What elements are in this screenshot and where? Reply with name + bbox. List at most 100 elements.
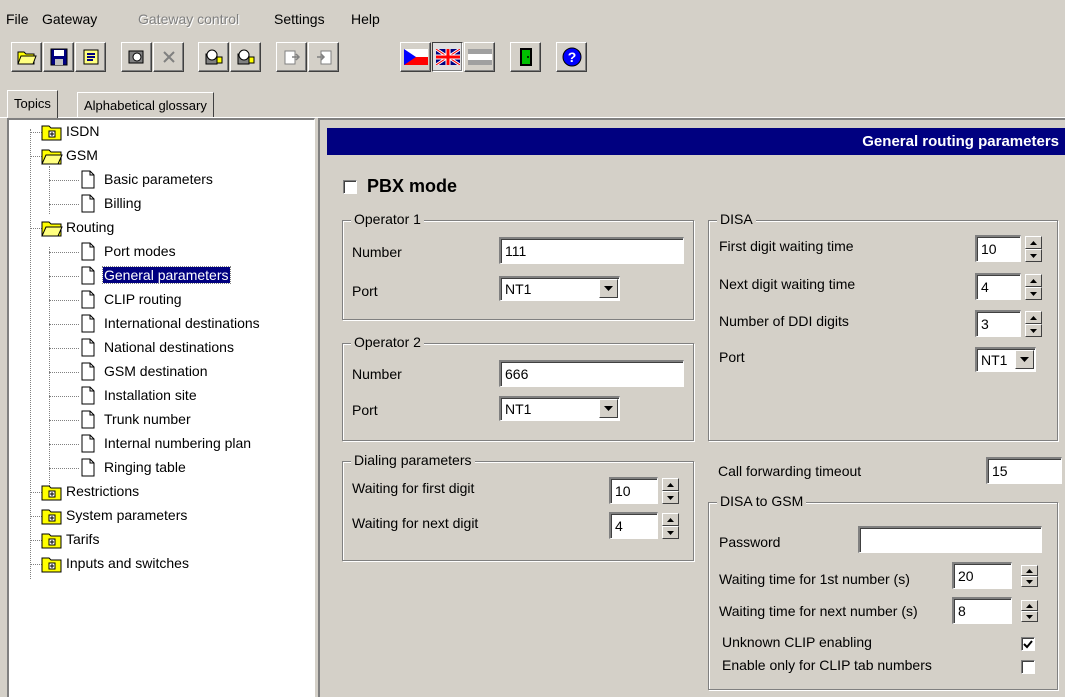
spin-down-icon[interactable] xyxy=(1025,249,1042,262)
export-file-icon[interactable] xyxy=(308,42,339,72)
tree-item-internal-numbering-plan[interactable]: Internal numbering plan xyxy=(9,432,309,456)
flag-disabled-icon[interactable] xyxy=(464,42,495,72)
page-title: General routing parameters xyxy=(327,128,1065,155)
help-icon[interactable]: ? xyxy=(556,42,587,72)
operator2-number-field[interactable]: 666 xyxy=(499,360,684,387)
disa-first-spinner[interactable] xyxy=(1025,236,1042,262)
spin-down-icon[interactable] xyxy=(1025,287,1042,300)
gateway-read-icon[interactable] xyxy=(198,42,229,72)
call-forwarding-label: Call forwarding timeout xyxy=(718,463,862,479)
spin-up-icon[interactable] xyxy=(662,513,679,526)
dialing-first-spinner[interactable] xyxy=(662,478,679,504)
chevron-down-icon[interactable] xyxy=(599,399,618,418)
unknown-clip-checkbox[interactable] xyxy=(1021,637,1035,651)
document-icon xyxy=(81,410,95,429)
gsm-next-spinner[interactable] xyxy=(1021,600,1038,622)
operator2-port-label: Port xyxy=(352,402,378,418)
tree-item-ringing-table[interactable]: Ringing table xyxy=(9,456,309,480)
spin-up-icon[interactable] xyxy=(1025,274,1042,287)
password-field[interactable] xyxy=(858,526,1042,553)
call-forwarding-input[interactable]: 15 xyxy=(986,457,1062,484)
menu-gateway[interactable]: Gateway xyxy=(42,11,97,27)
tree-item-gsm[interactable]: GSM xyxy=(9,144,309,168)
spin-down-icon[interactable] xyxy=(1021,611,1038,622)
tree-item-national-destinations[interactable]: National destinations xyxy=(9,336,309,360)
document-icon xyxy=(81,242,95,261)
checkmark-icon xyxy=(1023,639,1033,648)
tree-item-tarifs[interactable]: Tarifs xyxy=(9,528,309,552)
tree-item-inputs-and-switches[interactable]: Inputs and switches xyxy=(9,552,309,576)
document-icon xyxy=(81,362,95,381)
save-icon[interactable] xyxy=(43,42,74,72)
topics-tree[interactable]: ISDN GSM Basic parameters Billing Routin… xyxy=(7,118,315,697)
gsm-next-input[interactable]: 8 xyxy=(952,597,1012,624)
open-folder-icon[interactable] xyxy=(11,42,42,72)
unknown-clip-label: Unknown CLIP enabling xyxy=(722,634,872,650)
spin-up-icon[interactable] xyxy=(662,478,679,491)
toolbar: ? xyxy=(0,34,1065,88)
czech-flag-icon[interactable] xyxy=(400,42,431,72)
document-icon xyxy=(81,290,95,309)
document-icon xyxy=(81,386,95,405)
tree-item-isdn[interactable]: ISDN xyxy=(9,120,309,144)
chevron-down-icon[interactable] xyxy=(1015,350,1034,369)
dialing-next-input[interactable]: 4 xyxy=(609,512,658,539)
tree-item-installation-site[interactable]: Installation site xyxy=(9,384,309,408)
spin-up-icon[interactable] xyxy=(1025,236,1042,249)
tree-item-clip-routing[interactable]: CLIP routing xyxy=(9,288,309,312)
disa-ddi-spinner[interactable] xyxy=(1025,311,1042,337)
menu-bar: File Gateway Gateway control Settings He… xyxy=(0,0,1065,34)
tree-item-restrictions[interactable]: Restrictions xyxy=(9,480,309,504)
tree-item-basic-parameters[interactable]: Basic parameters xyxy=(9,168,309,192)
gateway-write-icon[interactable] xyxy=(230,42,261,72)
tree-item-billing[interactable]: Billing xyxy=(9,192,309,216)
exit-icon[interactable] xyxy=(510,42,541,72)
pbx-mode-label: PBX mode xyxy=(367,176,458,196)
menu-settings[interactable]: Settings xyxy=(274,11,325,27)
spin-down-icon[interactable] xyxy=(1025,324,1042,337)
dialing-next-spinner[interactable] xyxy=(662,513,679,539)
gsm-first-spinner[interactable] xyxy=(1021,565,1038,587)
folder-open-icon xyxy=(41,221,63,237)
import-file-icon[interactable] xyxy=(276,42,307,72)
tab-topics[interactable]: Topics xyxy=(7,90,58,118)
operator1-port-select[interactable]: NT1 xyxy=(499,276,620,301)
export-icon[interactable] xyxy=(75,42,106,72)
spin-down-icon[interactable] xyxy=(662,491,679,504)
disa-next-input[interactable]: 4 xyxy=(975,273,1021,300)
disa-first-input[interactable]: 10 xyxy=(975,235,1021,262)
disa-next-spinner[interactable] xyxy=(1025,274,1042,300)
chevron-down-icon[interactable] xyxy=(599,279,618,298)
spin-up-icon[interactable] xyxy=(1021,600,1038,611)
tree-item-trunk-number[interactable]: Trunk number xyxy=(9,408,309,432)
tree-item-international-destinations[interactable]: International destinations xyxy=(9,312,309,336)
tree-item-routing[interactable]: Routing xyxy=(9,216,309,240)
tree-item-general-parameters[interactable]: General parameters xyxy=(9,264,309,288)
spin-down-icon[interactable] xyxy=(662,526,679,539)
tree-item-system-parameters[interactable]: System parameters xyxy=(9,504,309,528)
tree-item-gsm-destination[interactable]: GSM destination xyxy=(9,360,309,384)
spin-up-icon[interactable] xyxy=(1025,311,1042,324)
folder-open-icon xyxy=(41,149,63,165)
disa-port-select[interactable]: NT1 xyxy=(975,347,1036,372)
disa-first-label: First digit waiting time xyxy=(719,238,854,254)
spin-down-icon[interactable] xyxy=(1021,576,1038,587)
gsm-first-input[interactable]: 20 xyxy=(952,562,1012,589)
menu-file[interactable]: File xyxy=(6,11,29,27)
dialing-first-input[interactable]: 10 xyxy=(609,477,658,504)
tree-item-port-modes[interactable]: Port modes xyxy=(9,240,309,264)
spin-up-icon[interactable] xyxy=(1021,565,1038,576)
folder-closed-icon xyxy=(41,485,62,501)
operator1-number-field[interactable]: 111 xyxy=(499,237,684,264)
tab-alphabetical-glossary[interactable]: Alphabetical glossary xyxy=(77,92,214,117)
document-icon xyxy=(81,194,95,213)
operator2-port-select[interactable]: NT1 xyxy=(499,396,620,421)
read-gateway-icon[interactable] xyxy=(121,42,152,72)
disa-ddi-input[interactable]: 3 xyxy=(975,310,1021,337)
menu-help[interactable]: Help xyxy=(351,11,380,27)
pbx-mode-checkbox[interactable] xyxy=(343,180,357,194)
menu-gateway-control[interactable]: Gateway control xyxy=(138,11,239,27)
cancel-icon[interactable] xyxy=(153,42,184,72)
uk-flag-icon[interactable] xyxy=(432,42,463,72)
clip-tab-checkbox[interactable] xyxy=(1021,660,1035,674)
